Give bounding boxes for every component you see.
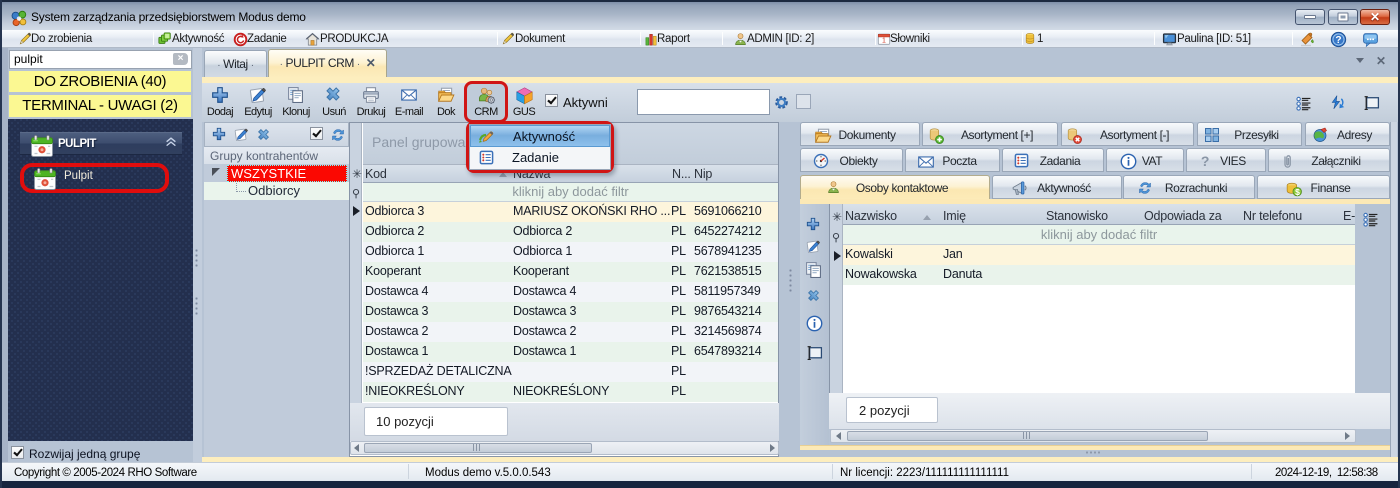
- svg-text:?: ?: [1201, 153, 1209, 169]
- svg-text:1: 1: [882, 38, 886, 45]
- svg-text:?: ?: [1335, 35, 1341, 46]
- svg-text:$: $: [1295, 187, 1300, 197]
